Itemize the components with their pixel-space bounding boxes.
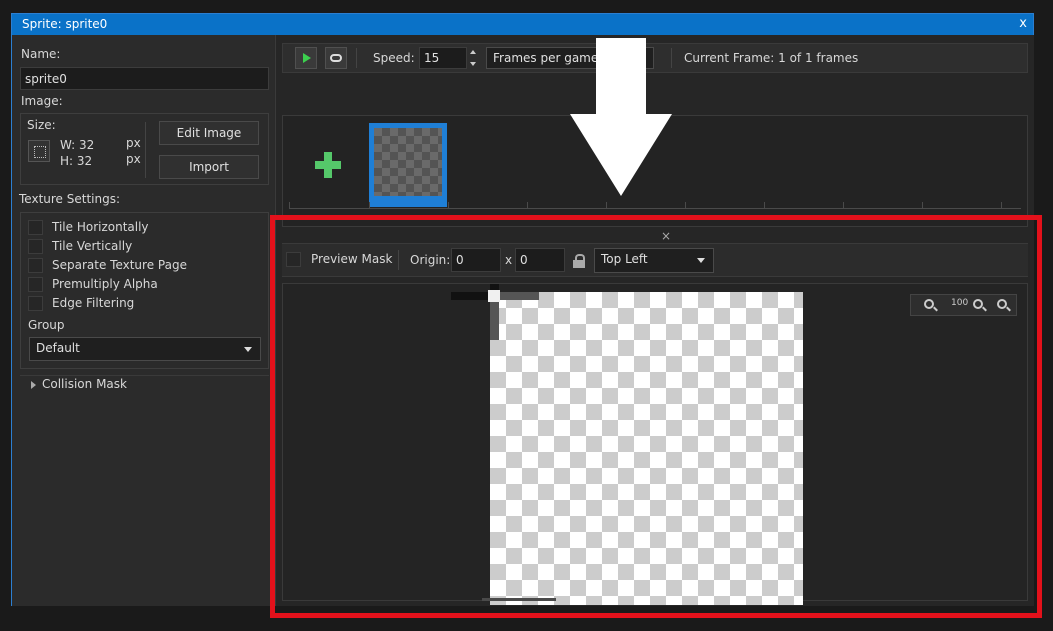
collision-mask-label: Collision Mask (42, 377, 127, 391)
edit-image-button[interactable]: Edit Image (159, 121, 259, 145)
size-divider (145, 122, 146, 178)
timeline-ruler (289, 208, 1021, 209)
dock-close-icon[interactable]: × (661, 229, 671, 243)
checkbox-label: Tile Horizontally (52, 220, 149, 234)
size-label: Size: (27, 118, 56, 132)
speed-unit-select[interactable]: Frames per game (486, 47, 654, 69)
name-field[interactable] (20, 67, 269, 90)
current-frame-label: Current Frame: 1 of 1 frames (684, 51, 859, 65)
add-frame-icon[interactable] (315, 152, 341, 178)
sprite-canvas-area[interactable]: 100 (282, 283, 1028, 605)
height-value: H: 32 (60, 154, 93, 168)
name-label: Name: (21, 47, 61, 61)
zoom-in-icon[interactable] (972, 298, 988, 314)
zoom-out-icon[interactable] (923, 298, 939, 314)
speed-label: Speed: (373, 51, 415, 65)
checkbox[interactable] (28, 220, 43, 235)
toolbar-divider (398, 250, 399, 270)
image-label: Image: (21, 94, 63, 108)
loop-button[interactable] (325, 47, 347, 69)
play-icon (303, 53, 311, 63)
checkbox-label: Edge Filtering (52, 296, 135, 310)
lock-icon[interactable] (573, 254, 585, 268)
ruler-tick (922, 202, 923, 208)
group-select[interactable]: Default (29, 337, 261, 361)
speed-field[interactable] (419, 47, 467, 69)
checkbox[interactable] (28, 296, 43, 311)
ruler-tick (369, 202, 370, 208)
ruler-tick (764, 202, 765, 208)
origin-preset-value: Top Left (601, 252, 648, 266)
handle (933, 306, 938, 312)
texture-settings-group: Tile Horizontally Tile Vertically Separa… (20, 212, 269, 369)
close-icon[interactable]: x (1019, 16, 1027, 31)
frame-strip (282, 115, 1028, 227)
ruler-tick (843, 202, 844, 208)
expand-arrow-icon[interactable] (31, 381, 36, 389)
chevron-down-icon (244, 347, 252, 352)
frame-thumbnail[interactable] (369, 123, 447, 207)
loop-icon (330, 54, 342, 62)
speed-stepper[interactable] (470, 47, 478, 69)
width-unit: px (126, 136, 141, 150)
chevron-down-icon (697, 258, 705, 263)
origin-y-field[interactable] (515, 248, 565, 272)
zoom-toolbar: 100 (910, 294, 1017, 316)
checkbox[interactable] (28, 277, 43, 292)
origin-toolbar: Preview Mask Origin: x Top Left (282, 243, 1028, 277)
origin-marker[interactable] (488, 290, 500, 302)
ruler-tick (527, 202, 528, 208)
origin-x-field[interactable] (451, 248, 501, 272)
ruler-tick (685, 202, 686, 208)
preview-mask-checkbox[interactable] (286, 252, 301, 267)
zoom-fit-icon[interactable] (996, 298, 1012, 314)
speed-unit-value: Frames per game (493, 51, 599, 65)
origin-preset-select[interactable]: Top Left (594, 248, 714, 273)
sprite-editor-panel: Speed: Frames per game Current Frame: 1 … (275, 35, 1034, 606)
sprite-canvas[interactable] (490, 292, 803, 605)
handle (982, 306, 987, 312)
stepper-down-icon[interactable] (470, 62, 476, 66)
frame-image (374, 128, 442, 196)
checkbox-label: Tile Vertically (52, 239, 133, 253)
height-unit: px (126, 152, 141, 166)
group-select-value: Default (36, 341, 80, 355)
resize-icon[interactable] (28, 140, 50, 162)
toolbar-divider (671, 48, 672, 68)
image-group: Size: W: 32 px H: 32 px Edit Image Impor… (20, 113, 269, 185)
checkbox-label: Separate Texture Page (52, 258, 187, 272)
preview-mask-label: Preview Mask (311, 252, 393, 266)
properties-panel: Name: Image: Size: W: 32 px H: 32 px Edi… (12, 35, 274, 606)
checkbox[interactable] (28, 258, 43, 273)
zoom-100-icon[interactable]: 100 (948, 298, 968, 314)
ruler-tick (1001, 202, 1002, 208)
texture-settings-label: Texture Settings: (19, 192, 121, 206)
ruler-tick (448, 202, 449, 208)
origin-label: Origin: (410, 253, 451, 267)
checkbox-label: Premultiply Alpha (52, 277, 158, 291)
sprite-editor-window: Sprite: sprite0 x Name: Image: Size: W: … (11, 13, 1034, 606)
origin-separator: x (505, 253, 513, 267)
window-title: Sprite: sprite0 (22, 17, 108, 31)
ruler-tick (606, 202, 607, 208)
horizontal-scrollbar[interactable] (482, 598, 556, 601)
title-bar[interactable]: Sprite: sprite0 x (12, 14, 1033, 35)
width-value: W: 32 (60, 138, 95, 152)
toolbar-divider (356, 48, 357, 68)
zoom-100-label: 100 (951, 298, 969, 308)
play-button[interactable] (295, 47, 317, 69)
handle (1006, 306, 1011, 312)
import-button[interactable]: Import (159, 155, 259, 179)
section-divider (20, 375, 269, 376)
ruler-tick (289, 202, 290, 208)
checkbox[interactable] (28, 239, 43, 254)
playback-toolbar: Speed: Frames per game Current Frame: 1 … (282, 43, 1028, 73)
stepper-up-icon[interactable] (470, 50, 476, 54)
group-label: Group (28, 318, 65, 332)
